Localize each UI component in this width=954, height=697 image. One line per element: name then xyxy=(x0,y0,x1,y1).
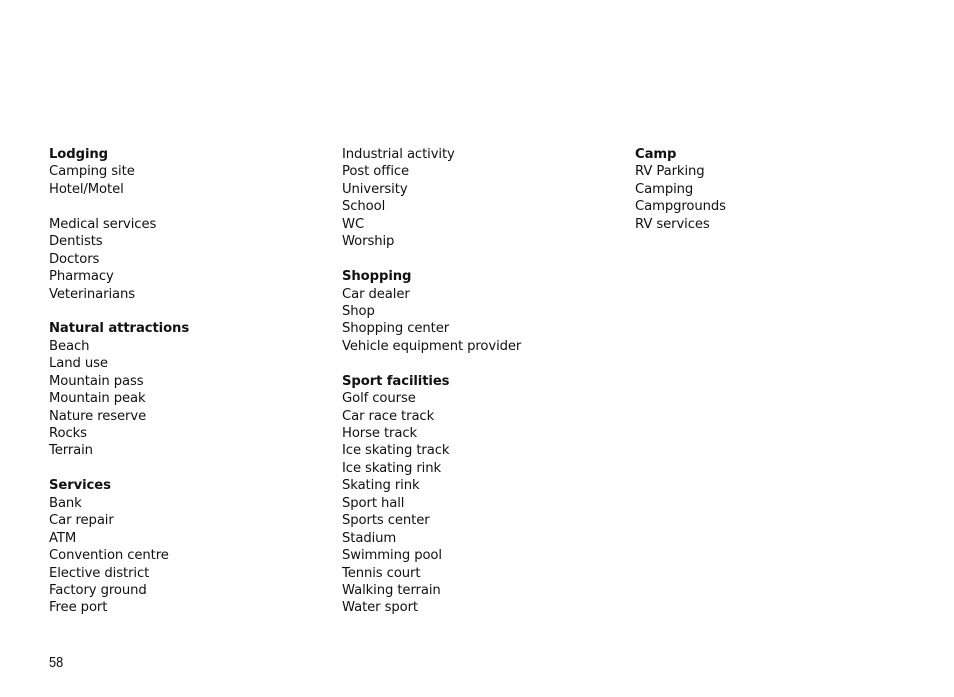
list-item: Doctors xyxy=(49,251,100,267)
list-item: Worship xyxy=(342,234,395,250)
list-item: Tennis court xyxy=(342,565,421,581)
list-item: Campgrounds xyxy=(635,199,726,215)
list-item: Sports center xyxy=(342,513,430,529)
page-number: 58 xyxy=(49,654,64,671)
section-heading: Camp xyxy=(635,147,677,162)
column-2: Industrial activity Post office University… xyxy=(342,146,521,617)
list-item: Camping site xyxy=(49,164,135,180)
list-item: Walking terrain xyxy=(342,582,441,598)
list-item: Shop xyxy=(342,303,375,319)
list-item: Nature reserve xyxy=(49,408,147,424)
list-item: Water sport xyxy=(342,600,418,616)
list-item: Dentists xyxy=(49,234,103,250)
list-item: Beach xyxy=(49,338,90,354)
list-item: Elective district xyxy=(49,565,150,581)
list-item: Skating rink xyxy=(342,478,420,494)
list-item: Ice skating rink xyxy=(342,460,442,476)
list-item: Pharmacy xyxy=(49,269,114,285)
list-item: Hotel/Motel xyxy=(49,181,124,197)
list-item: WC xyxy=(342,216,365,232)
section-heading: Shopping xyxy=(342,269,412,285)
list-item: Rocks xyxy=(49,426,87,441)
list-item: Stadium xyxy=(342,530,397,546)
list-item: Car dealer xyxy=(342,286,410,302)
list-item: Mountain pass xyxy=(49,373,144,389)
list-item: Free port xyxy=(49,600,108,616)
list-item: University xyxy=(342,181,408,197)
list-item: Golf course xyxy=(342,391,416,407)
list-item: Bank xyxy=(49,495,82,511)
list-item: Ice skating track xyxy=(342,443,450,459)
list-item: Shopping center xyxy=(342,321,450,337)
list-item: Convention centre xyxy=(49,548,169,564)
section-heading: Services xyxy=(49,478,111,494)
section-heading: Natural attractions xyxy=(49,321,190,337)
list-item: Car race track xyxy=(342,408,435,424)
list-item: RV Parking xyxy=(635,164,705,180)
list-item: Mountain peak xyxy=(49,391,146,407)
list-item: RV services xyxy=(635,216,710,232)
list-item: Factory ground xyxy=(49,582,147,598)
list-item: Veterinarians xyxy=(49,286,136,302)
list-item: Camping xyxy=(635,181,694,197)
section-heading: Lodging xyxy=(49,147,108,162)
list-item: ATM xyxy=(49,530,77,546)
list-item: Swimming pool xyxy=(342,548,442,564)
list-item: Terrain xyxy=(49,443,93,459)
list-item: Sport hall xyxy=(342,495,405,511)
list-item: School xyxy=(342,199,386,215)
list-item: Medical services xyxy=(49,216,157,232)
list-item: Car repair xyxy=(49,513,114,529)
section-heading: Sport facilities xyxy=(342,373,450,389)
column-3: Camp RV Parking Camping Campgrounds RV servi… xyxy=(635,146,726,233)
list-item: Vehicle equipment provider xyxy=(342,338,522,354)
list-item: Industrial activity xyxy=(342,147,455,162)
list-item: Horse track xyxy=(342,426,418,441)
column-1: Lodging Camping site Hotel/Motel Medical se… xyxy=(49,146,189,617)
list-item: Land use xyxy=(49,356,108,372)
list-item: Post office xyxy=(342,164,410,180)
